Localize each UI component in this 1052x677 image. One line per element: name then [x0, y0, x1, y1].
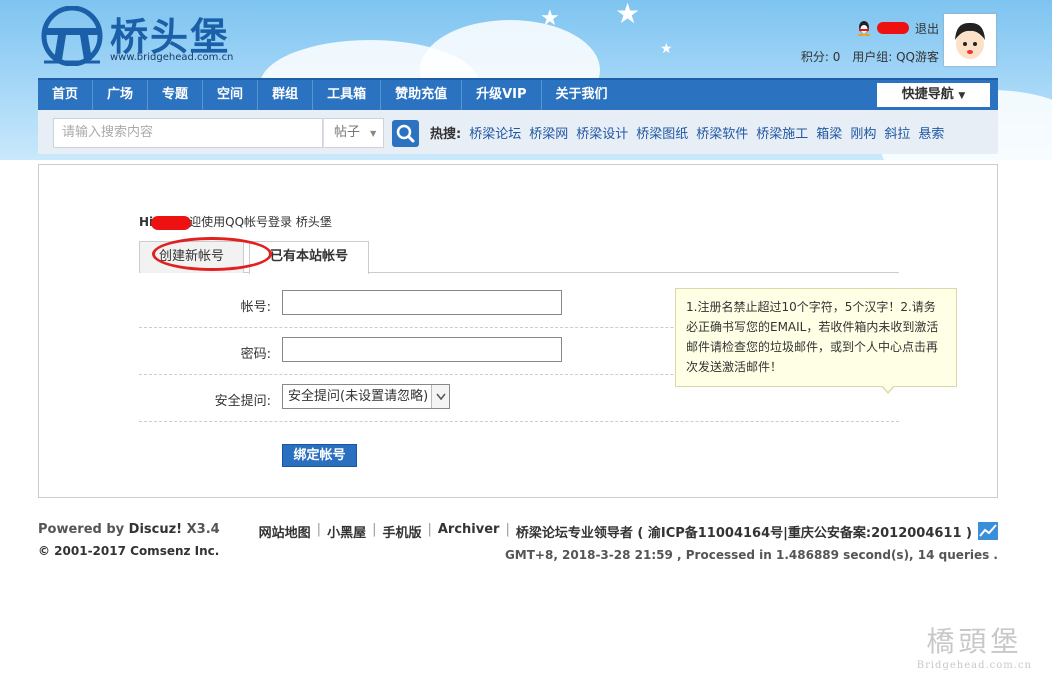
- hot-term-link[interactable]: 刚构: [850, 123, 876, 142]
- hot-term-link[interactable]: 桥梁图纸: [636, 123, 688, 142]
- watermark: 橋頭堡 Bridgehead.com.cn: [917, 620, 1032, 671]
- password-input[interactable]: [282, 337, 562, 362]
- star-icon: ★: [615, 0, 641, 30]
- footer-credits: Powered by Discuz! X3.4 © 2001-2017 Coms…: [38, 522, 220, 558]
- quick-nav-label: 快捷导航: [901, 87, 954, 102]
- qq-icon: [857, 21, 870, 36]
- hot-term-link[interactable]: 桥梁论坛: [469, 123, 521, 142]
- nav-item-donate[interactable]: 赞助充值: [381, 80, 463, 110]
- greeting-name-redacted: [151, 215, 192, 230]
- search-input[interactable]: 请输入搜索内容: [53, 118, 323, 148]
- password-label: 密码:: [240, 347, 271, 362]
- footer-links-panel: 网站地图 | 小黑屋 | 手机版 | Archiver | 桥梁论坛专业领导者 …: [259, 522, 998, 562]
- hot-term-link[interactable]: 桥梁设计: [576, 123, 628, 142]
- divider: |: [372, 522, 377, 537]
- username-redacted[interactable]: [876, 22, 909, 34]
- avatar[interactable]: [944, 14, 996, 66]
- login-panel: Hi 迎使用QQ帐号登录 桥头堡 创建新帐号 已有本站帐号 帐号: 密码: 安全提…: [38, 164, 998, 498]
- watermark-title: 橋頭堡: [926, 625, 1023, 658]
- main-nav: 首页 广场 专题 空间 群组 工具箱 赞助充值 升级VIP 关于我们 快捷导航 …: [38, 78, 998, 110]
- search-type-label: 帖子: [334, 125, 361, 140]
- nav-item-vip[interactable]: 升级VIP: [462, 80, 542, 110]
- powered-by-text: Powered by: [38, 522, 125, 537]
- tooltip-tail: [881, 385, 895, 394]
- search-icon: [396, 124, 415, 143]
- site-logo[interactable]: 桥头堡 www.bridgehead.com.cn: [40, 5, 240, 68]
- greeting-text: 迎使用QQ帐号登录 桥头堡: [189, 215, 332, 229]
- greeting: Hi 迎使用QQ帐号登录 桥头堡: [139, 213, 332, 230]
- copyright-text: © 2001-2017 Comsenz Inc.: [38, 544, 220, 558]
- hot-search: 热搜: 桥梁论坛 桥梁网 桥梁设计 桥梁图纸 桥梁软件 桥梁施工 箱梁 刚构 斜…: [430, 123, 944, 142]
- divider: |: [316, 522, 322, 537]
- divider: |: [505, 522, 510, 537]
- account-input[interactable]: [282, 290, 562, 315]
- security-question-value: 安全提问(未设置请忽略): [288, 389, 429, 404]
- footer-link-blacklist[interactable]: 小黑屋: [327, 522, 366, 541]
- divider: |: [427, 522, 432, 537]
- discuz-link[interactable]: Discuz!: [129, 522, 182, 537]
- bind-account-button[interactable]: 绑定帐号: [282, 444, 357, 467]
- star-icon: ★: [540, 6, 560, 31]
- hot-term-link[interactable]: 箱梁: [816, 123, 842, 142]
- watermark-url: Bridgehead.com.cn: [916, 660, 1032, 671]
- bridge-logo-icon: [41, 5, 103, 67]
- caret-down-icon: ▼: [958, 91, 966, 101]
- hot-term-link[interactable]: 悬索: [918, 123, 944, 142]
- security-question-select[interactable]: 安全提问(未设置请忽略): [282, 384, 450, 409]
- star-icon: ★: [660, 41, 673, 57]
- highlight-circle: [152, 237, 272, 271]
- search-bar: 请输入搜索内容 帖子 ▼ 热搜: 桥梁论坛 桥梁网 桥梁设计 桥梁图纸 桥梁软件…: [38, 110, 998, 154]
- nav-item-about[interactable]: 关于我们: [542, 80, 622, 110]
- nav-item-plaza[interactable]: 广场: [93, 80, 149, 110]
- caret-down-icon: ▼: [370, 129, 377, 138]
- hot-term-link[interactable]: 桥梁网: [529, 123, 568, 142]
- footer-link-archiver[interactable]: Archiver: [438, 522, 500, 541]
- quick-nav-button[interactable]: 快捷导航 ▼: [877, 83, 990, 107]
- nav-item-toolbox[interactable]: 工具箱: [313, 80, 382, 110]
- points-text[interactable]: 积分: 0: [801, 50, 841, 64]
- version-text: X3.4: [186, 522, 220, 537]
- footer-link-sitemap[interactable]: 网站地图: [259, 522, 311, 541]
- hot-term-link[interactable]: 斜拉: [884, 123, 910, 142]
- usergroup-text[interactable]: 用户组: QQ游客: [852, 50, 939, 64]
- stats-chart-icon[interactable]: [978, 522, 998, 540]
- registration-tip: 1.注册名禁止超过10个字符，5个汉字！2.请务必正确书写您的EMAIL，若收件…: [675, 288, 957, 387]
- logout-link[interactable]: 退出: [915, 20, 939, 37]
- footer-link-icp[interactable]: 桥梁论坛专业领导者 ( 渝ICP备11004164号|重庆公安备案:201200…: [516, 522, 972, 541]
- chevron-down-icon: [431, 385, 449, 408]
- account-label: 帐号:: [240, 300, 271, 315]
- nav-item-home[interactable]: 首页: [38, 80, 94, 110]
- search-button[interactable]: [392, 120, 419, 147]
- search-type-select[interactable]: 帖子 ▼: [323, 118, 384, 148]
- security-question-label: 安全提问:: [214, 394, 271, 409]
- avatar-image: [946, 16, 994, 64]
- footer-stats: GMT+8, 2018-3-28 21:59 , Processed in 1.…: [504, 548, 998, 562]
- user-panel: 退出 积分: 0 用户组: QQ游客: [793, 18, 939, 65]
- hot-term-link[interactable]: 桥梁施工: [756, 123, 808, 142]
- nav-item-groups[interactable]: 群组: [258, 80, 314, 110]
- hot-term-link[interactable]: 桥梁软件: [696, 123, 748, 142]
- nav-item-topics[interactable]: 专题: [148, 80, 204, 110]
- footer-link-mobile[interactable]: 手机版: [382, 522, 421, 541]
- logo-url: www.bridgehead.com.cn: [110, 52, 234, 63]
- nav-item-space[interactable]: 空间: [203, 80, 259, 110]
- hot-search-label: 热搜:: [430, 127, 462, 142]
